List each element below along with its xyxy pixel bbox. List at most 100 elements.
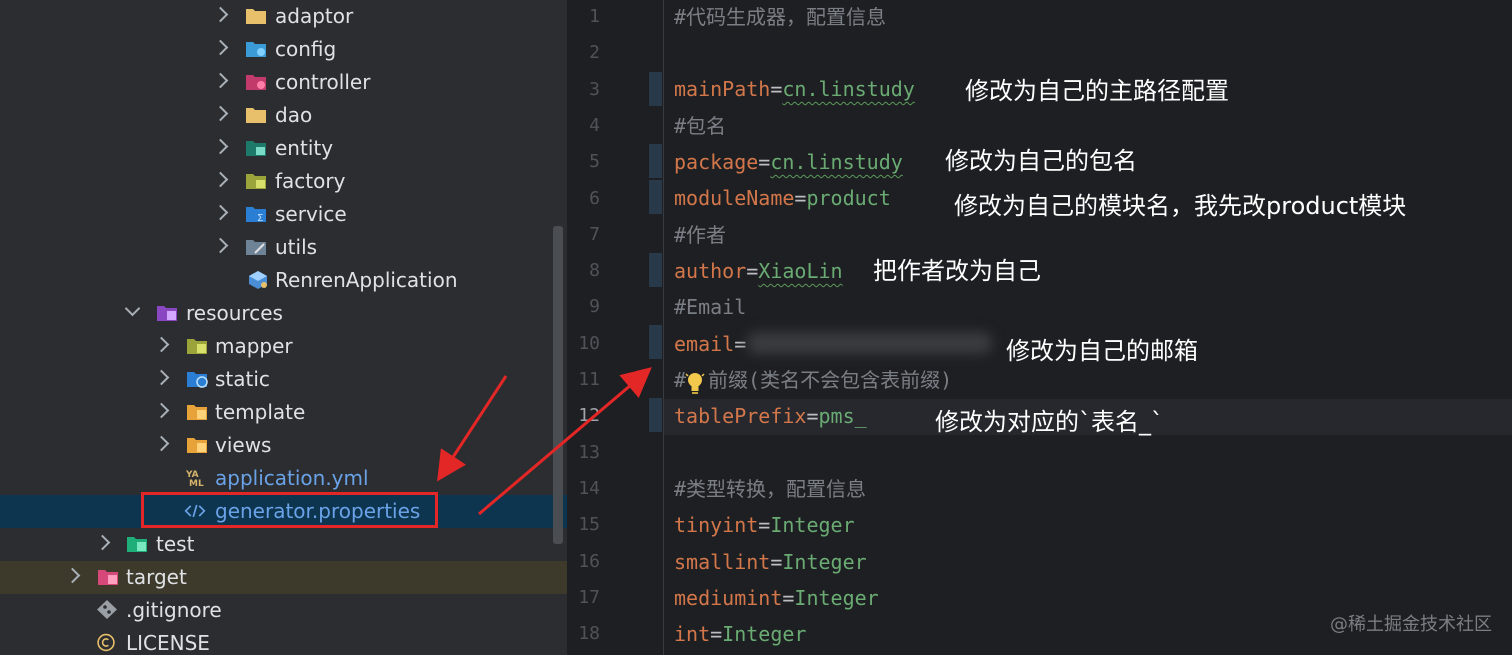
tree-item-adaptor[interactable]: adaptor: [0, 0, 567, 33]
change-marker: [649, 144, 662, 178]
svg-text:ML: ML: [189, 479, 204, 487]
code-line-1[interactable]: #代码生成器，配置信息: [674, 0, 1512, 36]
tree-item-factory[interactable]: factory: [0, 165, 567, 198]
tree-item-label: template: [215, 400, 306, 424]
chevron-right-icon[interactable]: [153, 402, 170, 419]
tree-item-target[interactable]: target: [0, 561, 567, 594]
tree-item-service[interactable]: Σ service: [0, 198, 567, 231]
change-marker: [649, 72, 662, 106]
comment-text: #Email: [674, 295, 747, 319]
chevron-right-icon[interactable]: [212, 6, 229, 23]
code-editor[interactable]: 1 2 3 4 5 6 7 8 9 10 11 12 13 14 15 16 1…: [567, 0, 1512, 655]
tree-item-label: utils: [275, 235, 318, 259]
tree-item-mapper[interactable]: mapper: [0, 330, 567, 363]
property-key: package: [674, 150, 759, 174]
tree-item-renrenapplication[interactable]: RenrenApplication: [0, 264, 567, 297]
tree-item-template[interactable]: template: [0, 396, 567, 429]
annotation-main-path: 修改为自己的主路径配置: [965, 77, 1229, 105]
tree-item-label: mapper: [215, 334, 293, 358]
yaml-file-icon: YAML: [186, 470, 204, 487]
code-line-9[interactable]: #Email: [674, 290, 1512, 326]
annotation-author: 把作者改为自己: [873, 257, 1041, 285]
tree-item-gitignore[interactable]: .gitignore: [0, 594, 567, 627]
chevron-right-icon[interactable]: [212, 72, 229, 89]
chevron-right-icon[interactable]: [153, 336, 170, 353]
config-folder-icon: [246, 42, 266, 57]
line-number: 4: [589, 115, 600, 136]
code-line-8[interactable]: author=XiaoLin: [674, 254, 1512, 290]
tree-item-application-yml[interactable]: YA ML application.yml: [0, 462, 567, 495]
comment-text: #包名: [674, 114, 727, 138]
chevron-right-icon[interactable]: [212, 237, 229, 254]
tree-item-label: .gitignore: [126, 598, 222, 622]
tree-item-label: config: [275, 37, 337, 61]
target-folder-icon: [98, 570, 118, 585]
comment-text: 前缀(类名不会包含表前缀): [708, 368, 953, 392]
tree-scrollbar[interactable]: [553, 226, 563, 544]
chevron-right-icon[interactable]: [94, 534, 111, 551]
line-number: 5: [589, 151, 600, 172]
service-folder-icon: Σ: [246, 207, 266, 223]
code-line-11[interactable]: # 前缀(类名不会包含表前缀): [674, 363, 1512, 399]
tree-item-license[interactable]: LICENSE: [0, 627, 567, 655]
property-value: Integer: [782, 550, 867, 574]
chevron-right-icon[interactable]: [153, 369, 170, 386]
tree-item-resources[interactable]: resources: [0, 297, 567, 330]
tree-item-label: static: [215, 367, 270, 391]
factory-folder-icon: [246, 174, 266, 189]
controller-folder-icon: [246, 75, 266, 90]
property-value: Integer: [722, 622, 807, 646]
tree-item-utils[interactable]: utils: [0, 231, 567, 264]
chevron-right-icon[interactable]: [212, 204, 229, 221]
tree-item-label: target: [126, 565, 187, 589]
tree-item-label: dao: [275, 103, 313, 127]
tree-item-config[interactable]: config: [0, 33, 567, 66]
tree-item-static[interactable]: static: [0, 363, 567, 396]
chevron-down-icon[interactable]: [124, 300, 141, 317]
line-number: 8: [589, 260, 600, 281]
code-line-14[interactable]: #类型转换，配置信息: [674, 472, 1512, 508]
chevron-right-icon[interactable]: [64, 567, 81, 584]
lightbulb-icon[interactable]: [685, 371, 705, 397]
chevron-right-icon[interactable]: [153, 435, 170, 452]
code-line-4[interactable]: #包名: [674, 109, 1512, 145]
tree-item-label: RenrenApplication: [275, 268, 458, 292]
tree-item-controller[interactable]: controller: [0, 66, 567, 99]
chevron-right-icon[interactable]: [212, 105, 229, 122]
property-key: int: [674, 622, 711, 646]
property-key: mainPath: [674, 77, 771, 101]
property-key: mediumint: [674, 586, 783, 610]
equals-sign: =: [758, 513, 771, 537]
tree-item-test[interactable]: test: [0, 528, 567, 561]
line-number: 17: [578, 587, 600, 608]
tree-item-entity[interactable]: entity: [0, 132, 567, 165]
equals-sign: =: [806, 404, 819, 428]
tree-item-label: LICENSE: [126, 631, 210, 655]
chevron-right-icon[interactable]: [212, 138, 229, 155]
tree-item-dao[interactable]: dao: [0, 99, 567, 132]
line-number-current: 12: [578, 405, 600, 426]
line-number: 11: [578, 369, 600, 390]
tree-item-label: controller: [275, 70, 371, 94]
line-number: 6: [589, 188, 600, 209]
chevron-right-icon[interactable]: [212, 171, 229, 188]
git-file-icon: [97, 600, 117, 619]
property-value: Integer: [794, 586, 879, 610]
annotation-package: 修改为自己的包名: [945, 147, 1137, 175]
resources-folder-icon: [157, 306, 177, 321]
annotation-email: 修改为自己的邮箱: [1006, 337, 1198, 365]
property-key: tablePrefix: [674, 404, 807, 428]
tree-item-views[interactable]: views: [0, 429, 567, 462]
template-folder-icon: [187, 405, 207, 420]
chevron-right-icon[interactable]: [212, 39, 229, 56]
utils-folder-icon: [246, 240, 266, 255]
code-line-15[interactable]: tinyint=Integer: [674, 508, 1512, 544]
spring-app-icon: [249, 271, 267, 289]
line-number-gutter: 1 2 3 4 5 6 7 8 9 10 11 12 13 14 15 16 1…: [567, 0, 664, 655]
equals-sign: =: [770, 77, 783, 101]
equals-sign: =: [782, 586, 795, 610]
code-line-7[interactable]: #作者: [674, 218, 1512, 254]
code-line-16[interactable]: smallint=Integer: [674, 545, 1512, 581]
comment-text: #类型转换，配置信息: [674, 477, 867, 501]
tree-item-label: factory: [275, 169, 346, 193]
